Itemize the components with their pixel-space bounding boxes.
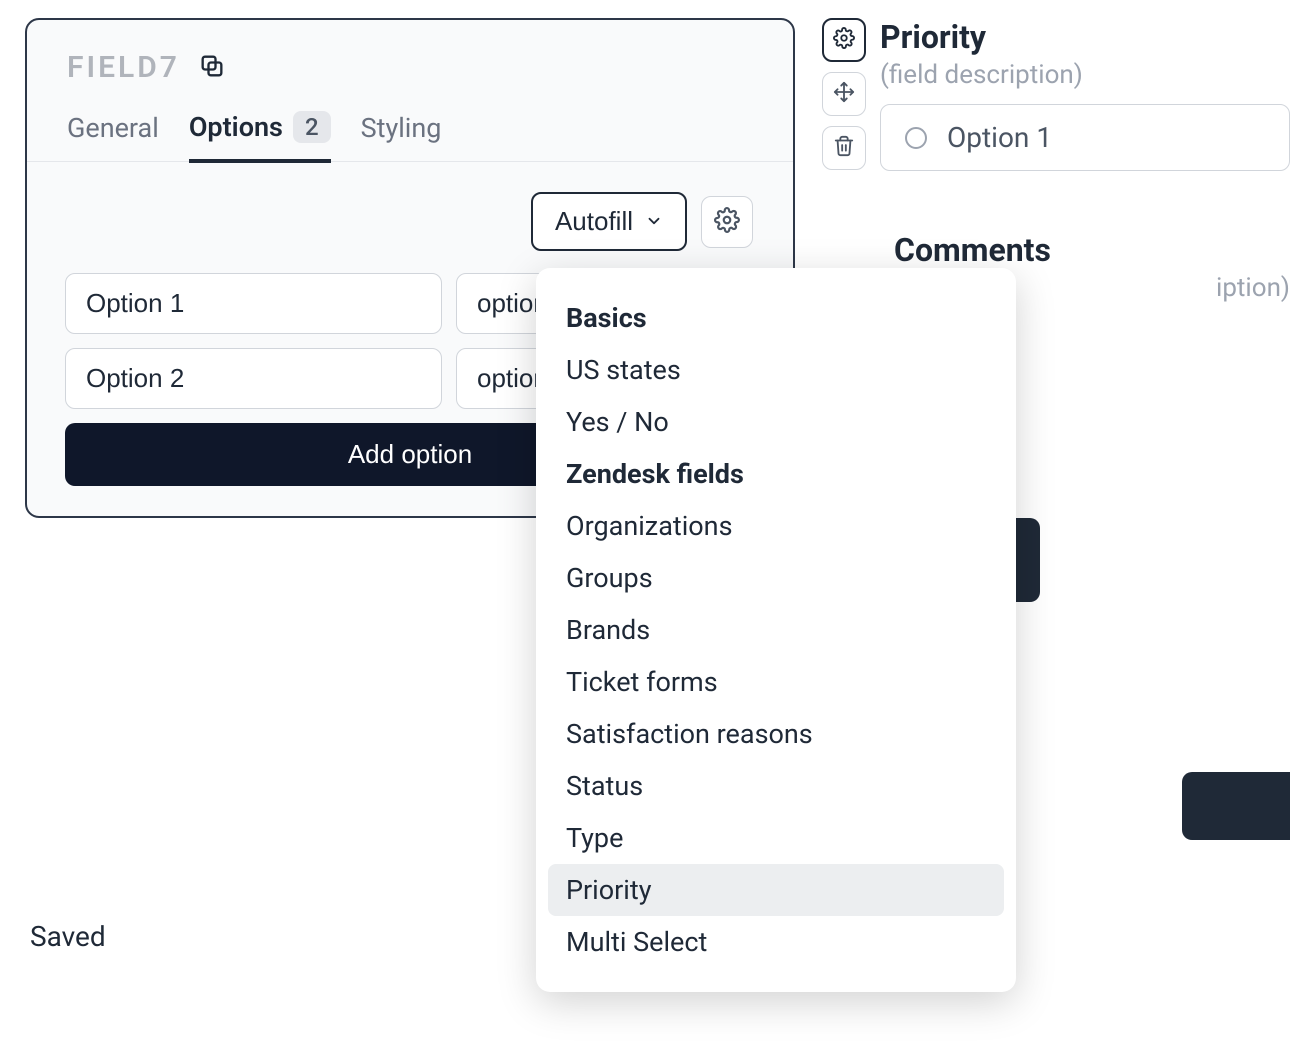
options-controls: Autofill	[27, 162, 793, 273]
dropdown-item-priority[interactable]: Priority	[548, 864, 1004, 916]
preview-field-title-comments: Comments	[894, 231, 1290, 269]
field-tabs: General Options 2 Styling	[27, 85, 793, 162]
dropdown-item-ticket-forms[interactable]: Ticket forms	[548, 656, 1004, 708]
preview-option-item[interactable]: Option 1	[880, 104, 1290, 171]
option-label-input[interactable]	[65, 348, 442, 409]
dropdown-item-satisfaction-reasons[interactable]: Satisfaction reasons	[548, 708, 1004, 760]
gear-icon	[714, 207, 740, 236]
dropdown-heading-zendesk: Zendesk fields	[548, 448, 1004, 500]
options-settings-button[interactable]	[701, 196, 753, 248]
dropdown-item-type[interactable]: Type	[548, 812, 1004, 864]
preview-option-label: Option 1	[947, 121, 1052, 154]
dropdown-item-brands[interactable]: Brands	[548, 604, 1004, 656]
tab-styling[interactable]: Styling	[361, 111, 442, 161]
dropdown-item-groups[interactable]: Groups	[548, 552, 1004, 604]
field-action-icons	[822, 18, 866, 171]
radio-icon	[905, 127, 927, 149]
dropdown-item-organizations[interactable]: Organizations	[548, 500, 1004, 552]
field-settings-button[interactable]	[822, 18, 866, 62]
chevron-down-icon	[645, 206, 663, 237]
obscured-element	[1182, 772, 1290, 840]
autofill-dropdown: Basics US states Yes / No Zendesk fields…	[536, 268, 1016, 992]
options-count-badge: 2	[293, 111, 331, 143]
trash-icon	[833, 135, 855, 161]
option-label-input[interactable]	[65, 273, 442, 334]
copy-icon[interactable]	[198, 52, 226, 84]
save-status: Saved	[30, 920, 106, 953]
tab-general[interactable]: General	[67, 111, 159, 161]
tab-options-label: Options	[189, 111, 283, 143]
field-move-button[interactable]	[822, 72, 866, 116]
field-delete-button[interactable]	[822, 126, 866, 170]
field-name: FIELD7	[67, 50, 180, 85]
autofill-label: Autofill	[555, 206, 633, 237]
autofill-button[interactable]: Autofill	[531, 192, 687, 251]
move-icon	[833, 81, 855, 107]
preview-section-priority: Priority (field description) Option 1	[822, 18, 1290, 171]
preview-field-title: Priority	[880, 18, 1290, 56]
tab-options[interactable]: Options 2	[189, 111, 331, 163]
gear-icon	[833, 27, 855, 53]
preview-field-description: (field description)	[880, 60, 1290, 90]
dropdown-item-multi-select[interactable]: Multi Select	[548, 916, 1004, 968]
dropdown-item-status[interactable]: Status	[548, 760, 1004, 812]
dropdown-heading-basics: Basics	[548, 292, 1004, 344]
field-header: FIELD7	[27, 20, 793, 85]
dropdown-item-yes-no[interactable]: Yes / No	[548, 396, 1004, 448]
dropdown-item-us-states[interactable]: US states	[548, 344, 1004, 396]
